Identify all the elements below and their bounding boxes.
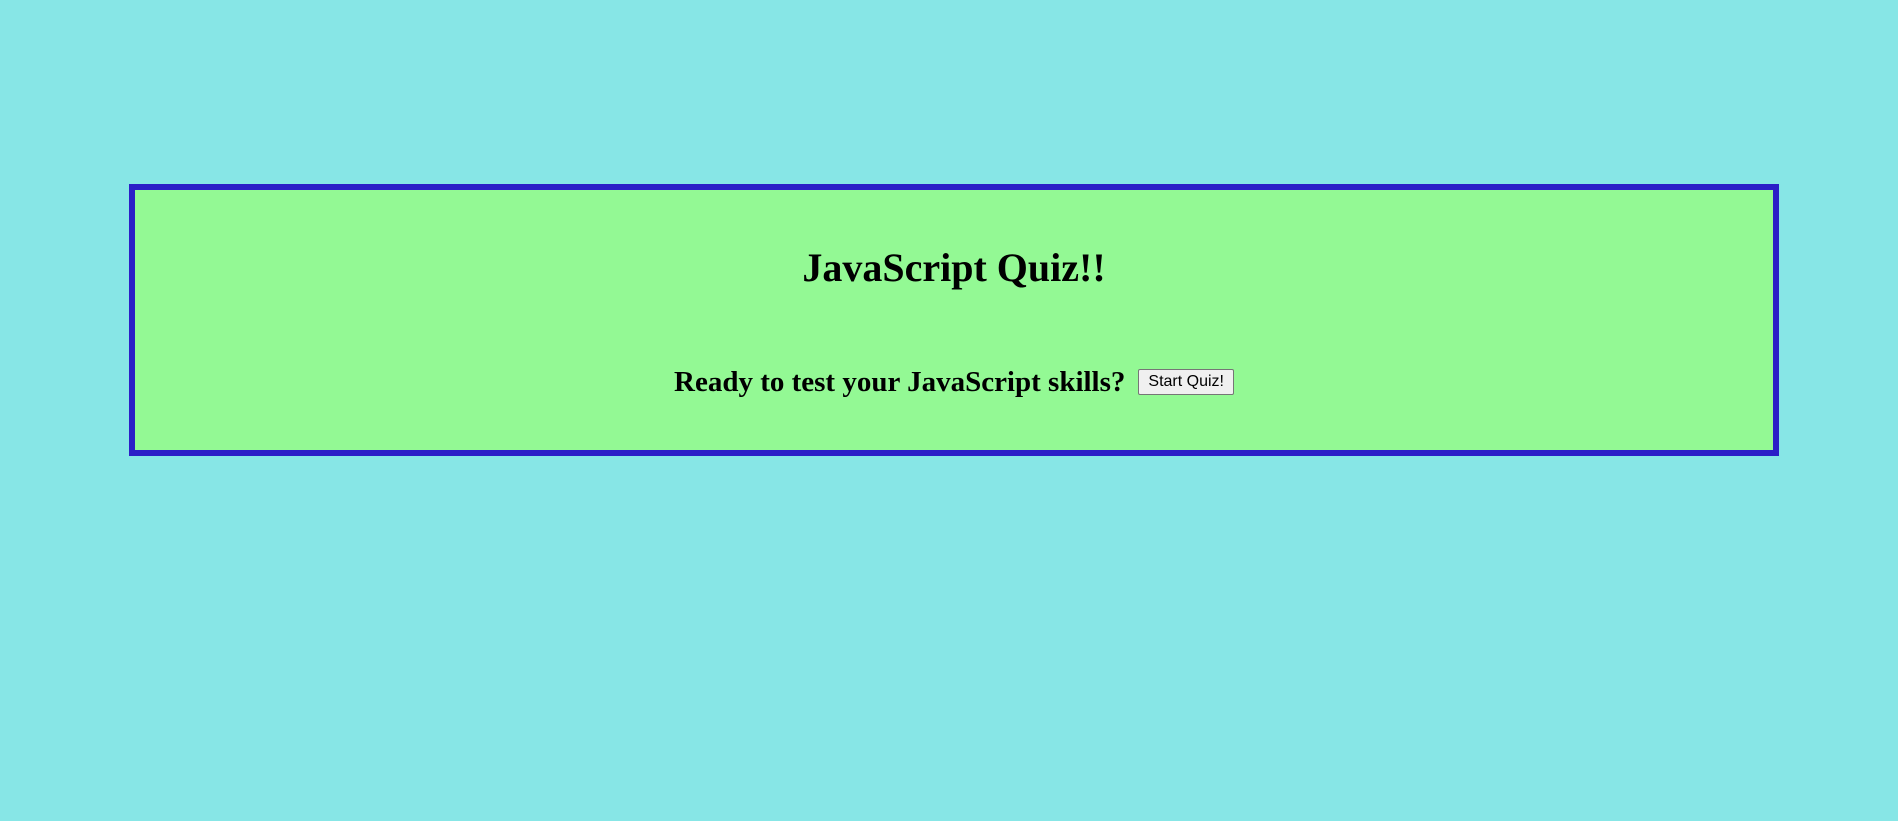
start-row: Ready to test your JavaScript skills? St… xyxy=(135,365,1773,399)
quiz-panel: JavaScript Quiz!! Ready to test your Jav… xyxy=(129,184,1779,456)
page-title: JavaScript Quiz!! xyxy=(802,245,1106,290)
page: { "quiz": { "title": "JavaScript Quiz!!"… xyxy=(0,0,1898,821)
start-prompt: Ready to test your JavaScript skills? xyxy=(674,366,1126,398)
start-quiz-button[interactable]: Start Quiz! xyxy=(1138,369,1234,395)
